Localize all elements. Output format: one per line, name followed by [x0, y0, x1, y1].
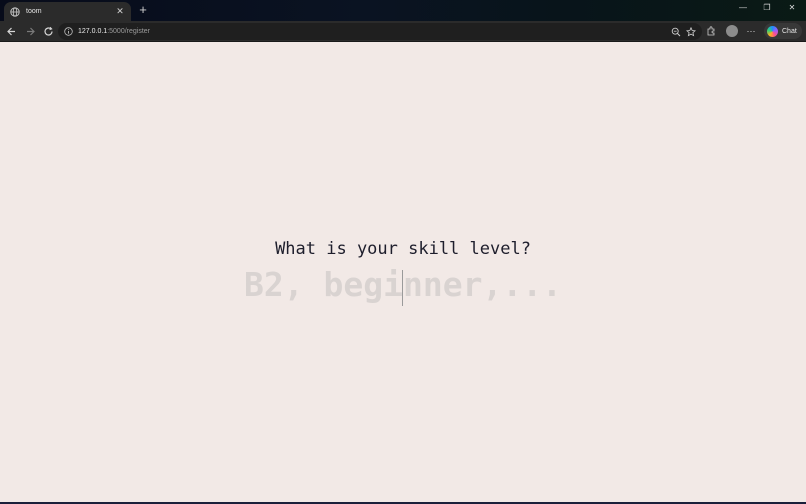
browser-toolbar: 127.0.0.1:5000/register	[0, 21, 806, 42]
browser-tab[interactable]: toom ✕	[4, 2, 131, 21]
minimize-button[interactable]: —	[731, 1, 755, 15]
globe-icon	[10, 6, 20, 17]
profile-avatar[interactable]	[726, 25, 738, 37]
chat-button[interactable]: Chat	[764, 23, 802, 39]
url-path: :5000/register	[107, 28, 151, 35]
new-tab-button[interactable]: +	[136, 3, 150, 17]
text-caret	[402, 270, 403, 306]
info-icon[interactable]	[64, 23, 73, 41]
more-icon[interactable]: ⋯	[744, 23, 758, 39]
url-text[interactable]: 127.0.0.1:5000/register	[78, 28, 150, 35]
extensions-icon[interactable]	[705, 25, 717, 37]
restore-button[interactable]: ❐	[755, 1, 779, 15]
tab-title: toom	[26, 8, 42, 15]
page-content: What is your skill level?	[0, 42, 806, 504]
forward-icon[interactable]	[23, 24, 37, 38]
skill-level-input[interactable]	[223, 264, 583, 304]
star-icon[interactable]	[685, 26, 697, 38]
reload-icon[interactable]	[41, 24, 55, 38]
close-window-button[interactable]: ✕	[780, 1, 804, 15]
title-bar: toom ✕ + — ❐ ✕	[0, 0, 806, 21]
back-icon[interactable]	[4, 24, 18, 38]
question-label: What is your skill level?	[275, 239, 531, 259]
zoom-icon[interactable]	[670, 26, 682, 38]
close-tab-icon[interactable]: ✕	[115, 7, 125, 16]
url-host: 127.0.0.1	[78, 28, 108, 35]
chat-button-label: Chat	[782, 27, 797, 35]
address-bar[interactable]: 127.0.0.1:5000/register	[58, 23, 702, 40]
copilot-logo-icon	[767, 25, 778, 37]
